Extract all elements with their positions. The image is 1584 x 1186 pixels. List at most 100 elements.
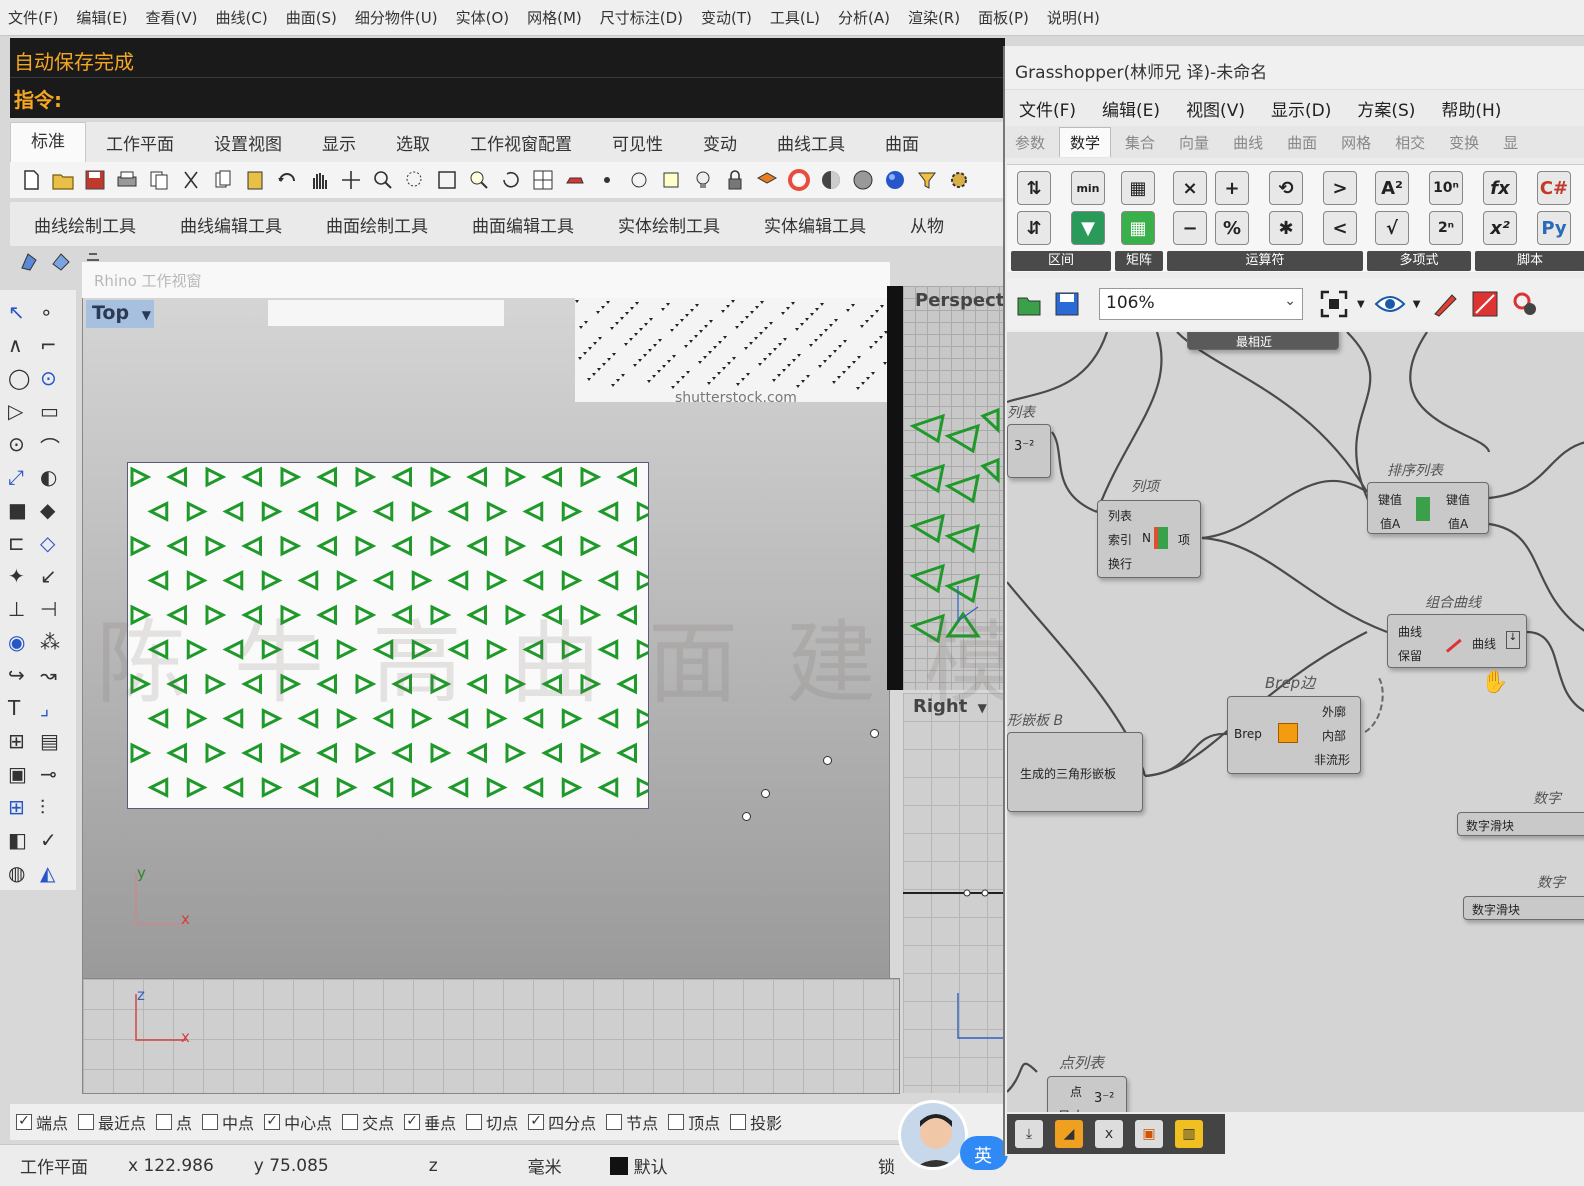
preview-eye-icon[interactable] [1373,287,1407,321]
menu-item[interactable]: 网格(M) [527,7,582,28]
point-list-component[interactable]: 点 尺寸 3⁻² [1047,1076,1127,1112]
osnap-icon[interactable] [658,167,684,193]
flatten-icon[interactable]: ↓ [1506,631,1520,649]
gh-menu-item[interactable]: 显示(D) [1271,96,1331,121]
pan-hand-icon[interactable] [306,167,332,193]
multiply-icon[interactable]: × [1173,171,1207,205]
menu-item[interactable]: 细分物件(U) [355,7,438,28]
shaded-sphere-icon[interactable] [818,167,844,193]
modeling-tool-icon[interactable]: T [8,696,34,722]
gh-tab[interactable]: 相交 [1395,132,1425,153]
modeling-tool-icon[interactable]: ⊥ [8,597,34,623]
rotate-view-icon[interactable] [498,167,524,193]
square-root-icon[interactable]: √ [1375,211,1409,245]
modeling-tool-icon[interactable]: ◇ [40,531,66,557]
matrix-grid-icon[interactable]: ▦ [1121,171,1155,205]
zoom-extents-icon[interactable] [434,167,460,193]
modeling-tool-icon[interactable]: ◉ [8,630,34,656]
modeling-tool-icon[interactable]: ↪ [8,663,34,689]
group-label[interactable]: 多项式 [1367,251,1471,271]
checkbox-icon[interactable] [466,1114,483,1130]
status-lock[interactable]: 锁 [878,1153,895,1178]
modeling-tool-icon[interactable]: ◯ [8,366,34,392]
chevron-down-icon[interactable]: ▼ [142,308,151,322]
settings-gear-icon[interactable] [946,167,972,193]
modeling-tool-icon[interactable]: ⌒ [40,432,66,460]
zoom-extents-icon[interactable] [1317,287,1351,321]
move-view-icon[interactable] [338,167,364,193]
osnap-option[interactable]: 顶点 [668,1110,720,1134]
modeling-tool-icon[interactable]: ⁂ [40,630,66,656]
zoom-selected-icon[interactable] [466,167,492,193]
sweep-icon[interactable] [16,248,42,274]
bars-icon[interactable]: ▥ [1175,1120,1203,1148]
mass-addition-icon[interactable]: ✱ [1269,211,1303,245]
modeling-tool-icon[interactable]: ⊞ [8,729,34,755]
checkbox-icon[interactable] [730,1114,747,1130]
lock-icon[interactable] [722,167,748,193]
perspective-viewport[interactable] [903,286,1003,690]
interval-remap-icon[interactable]: ▼ [1071,211,1105,245]
modeling-tool-icon[interactable]: ↝ [40,663,66,689]
join-curves-component[interactable]: 曲线 保留 曲线 ↓ [1387,614,1527,668]
checkbox-icon[interactable] [202,1114,219,1130]
download-icon[interactable]: ⤓ [1015,1120,1043,1148]
menu-item[interactable]: 分析(A) [838,7,890,28]
menu-item[interactable]: 渲染(R) [908,7,960,28]
menu-item[interactable]: 编辑(E) [76,7,127,28]
modeling-tool-icon[interactable]: ◭ [40,861,66,887]
modeling-tool-icon[interactable]: ⌟ [40,696,66,722]
closest-component[interactable]: 最相近 [1187,332,1339,350]
modeling-tool-icon[interactable]: ⊸ [40,762,66,788]
osnap-option[interactable]: ✓ 中心点 [264,1110,332,1134]
modeling-tool-icon[interactable]: ⊙ [8,432,34,458]
menu-item[interactable]: 工具(L) [770,7,820,28]
viewport-label-perspective[interactable]: Perspecti [915,290,1011,311]
control-point[interactable] [742,812,751,821]
command-prompt[interactable]: 指令: [10,78,1005,116]
modeling-tool-icon[interactable]: ⌐ [40,333,66,359]
menu-item[interactable]: 尺寸标注(D) [600,7,683,28]
open-document-icon[interactable] [1013,288,1045,320]
gh-tab[interactable]: 集合 [1125,132,1155,153]
tool-category-tab[interactable]: 曲线绘制工具 [34,212,136,237]
select-icon[interactable] [594,167,620,193]
gh-menu-item[interactable]: 编辑(E) [1102,96,1160,121]
modeling-tool-icon[interactable]: ∘ [40,300,66,326]
osnap-option[interactable]: ✓ 端点 [16,1110,68,1134]
tool-category-tab[interactable]: 曲面编辑工具 [472,212,574,237]
modeling-tool-icon[interactable]: ⊣ [40,597,66,623]
menu-item[interactable]: 曲线(C) [216,7,268,28]
osnap-option[interactable]: 切点 [466,1110,518,1134]
modeling-tool-icon[interactable]: ∧ [8,333,34,359]
zoom-icon[interactable] [370,167,396,193]
modeling-tool-icon[interactable]: ⊏ [8,531,34,557]
zoom-window-icon[interactable] [402,167,428,193]
modeling-tool-icon[interactable]: ⫶ [40,795,66,821]
larger-than-icon[interactable]: > [1323,171,1357,205]
gh-menu-item[interactable]: 帮助(H) [1441,96,1501,121]
triangle-panel-pattern[interactable] [127,462,649,809]
open-file-icon[interactable] [50,167,76,193]
square-icon[interactable]: A² [1375,171,1409,205]
toolbar-tab[interactable]: 工作视窗配置 [450,130,592,155]
gh-menu-item[interactable]: 视图(V) [1186,96,1245,121]
toolbar-tab[interactable]: 设置视图 [194,130,302,155]
modeling-tool-icon[interactable]: ◧ [8,828,34,854]
gate-icon[interactable]: ⟲ [1269,171,1303,205]
toolbar-tab[interactable]: 选取 [376,130,450,155]
hide-icon[interactable] [626,167,652,193]
zoom-select[interactable]: 106% ⌄ [1099,288,1303,320]
modeling-tool-icon[interactable]: ◍ [8,861,34,887]
viewport-label-top[interactable]: Top ▼ [86,300,154,328]
car-icon[interactable] [562,167,588,193]
box-icon[interactable]: ▣ [1135,1120,1163,1148]
tool-category-tab[interactable]: 曲线编辑工具 [180,212,282,237]
tool-category-tab[interactable]: 曲面绘制工具 [326,212,428,237]
group-label[interactable]: 运算符 [1167,251,1363,271]
status-cplane[interactable]: 工作平面 [20,1153,88,1178]
chevron-down-icon[interactable]: ▼ [978,701,987,715]
surface-icon[interactable] [48,248,74,274]
undo-icon[interactable] [274,167,300,193]
layer-icon[interactable] [754,167,780,193]
